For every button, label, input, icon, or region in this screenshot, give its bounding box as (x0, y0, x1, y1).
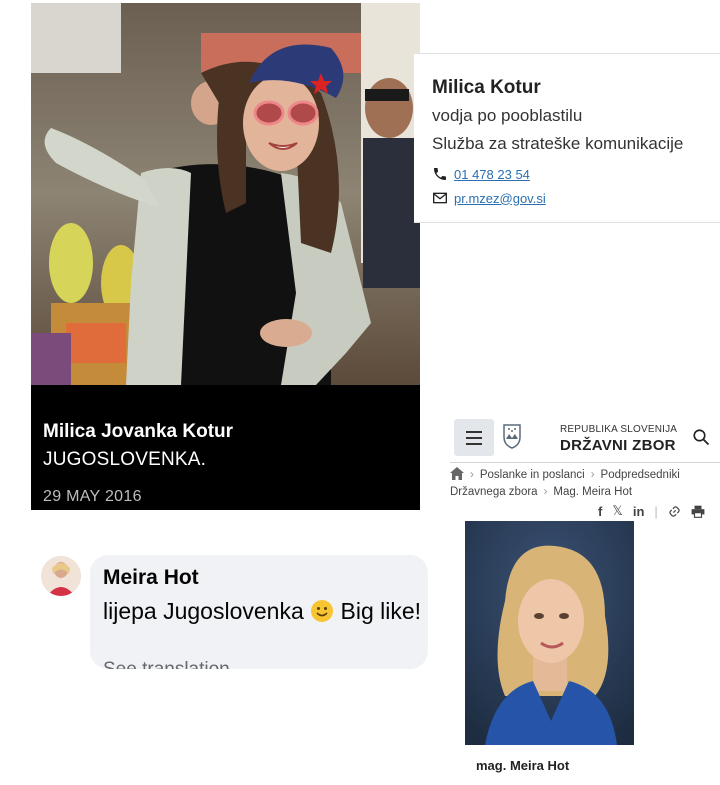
phone-link[interactable]: 01 478 23 54 (454, 167, 530, 182)
phone-icon (434, 168, 446, 180)
link-icon[interactable] (668, 505, 681, 518)
comment-text-part1: lijepa Jugoslovenka (103, 598, 311, 624)
post-photo[interactable] (31, 3, 420, 385)
comment-text: lijepa Jugoslovenka Big like! (103, 595, 423, 627)
contact-phone-row: 01 478 23 54 (432, 166, 530, 182)
comment-bubble: Meira Hot lijepa Jugoslovenka Big like! … (90, 555, 428, 669)
email-link[interactable]: pr.mzez@gov.si (454, 191, 546, 206)
breadcrumb-separator: › (470, 469, 474, 481)
dz-header: REPUBLIKA SLOVENIJA DRŽAVNI ZBOR (450, 414, 720, 463)
contact-department: Služba za strateške komunikacije (432, 134, 684, 153)
linkedin-icon[interactable]: in (633, 504, 645, 519)
post-author[interactable]: Milica Jovanka Kotur (43, 421, 233, 443)
instagram-post-card: Milica Jovanka Kotur JUGOSLOVENKA. 29 MA… (31, 3, 420, 510)
share-bar: f 𝕏 in | (598, 503, 705, 519)
dz-site-title: DRŽAVNI ZBOR (560, 437, 676, 454)
see-translation-link[interactable]: See translation (103, 659, 230, 669)
comment-text-part2: Big like! (334, 598, 422, 624)
divider: | (654, 503, 658, 519)
avatar[interactable] (41, 556, 81, 596)
contact-name: Milica Kotur (432, 77, 541, 98)
breadcrumb-separator: › (590, 469, 595, 481)
search-icon[interactable] (692, 428, 710, 446)
dz-brand[interactable]: REPUBLIKA SLOVENIJA DRŽAVNI ZBOR (560, 424, 677, 454)
slovenia-crest-icon (503, 424, 521, 449)
breadcrumb: › Poslanke in poslanci › Podpredsedniki Drž… (450, 467, 720, 501)
breadcrumb-item-current: Mag. Meira Hot (553, 486, 633, 498)
post-caption: Milica Jovanka Kotur JUGOSLOVENKA. (43, 421, 233, 471)
smile-emoji-icon (311, 600, 334, 622)
x-icon[interactable]: 𝕏 (612, 503, 622, 519)
post-caption-text: JUGOSLOVENKA. (43, 449, 207, 470)
contact-role: vodja po pooblastilu (432, 106, 583, 125)
contact-email-row: pr.mzez@gov.si (432, 190, 546, 206)
contact-card: Milica Kotur vodja po pooblastilu Služba… (414, 53, 720, 223)
breadcrumb-item-deputies[interactable]: Poslanke in poslanci (480, 469, 585, 481)
comment-author[interactable]: Meira Hot (103, 566, 199, 590)
portrait-photo (465, 521, 634, 745)
home-icon[interactable] (450, 467, 464, 480)
portrait-caption: mag. Meira Hot (476, 758, 570, 773)
facebook-icon[interactable]: f (598, 504, 602, 519)
dz-republic-label: REPUBLIKA SLOVENIJA (560, 424, 678, 435)
breadcrumb-separator: › (543, 486, 548, 498)
print-icon[interactable] (691, 505, 705, 518)
hamburger-icon (466, 430, 482, 445)
post-date: 29 MAY 2016 (43, 488, 142, 505)
menu-button[interactable] (454, 419, 494, 456)
envelope-icon (433, 192, 447, 204)
